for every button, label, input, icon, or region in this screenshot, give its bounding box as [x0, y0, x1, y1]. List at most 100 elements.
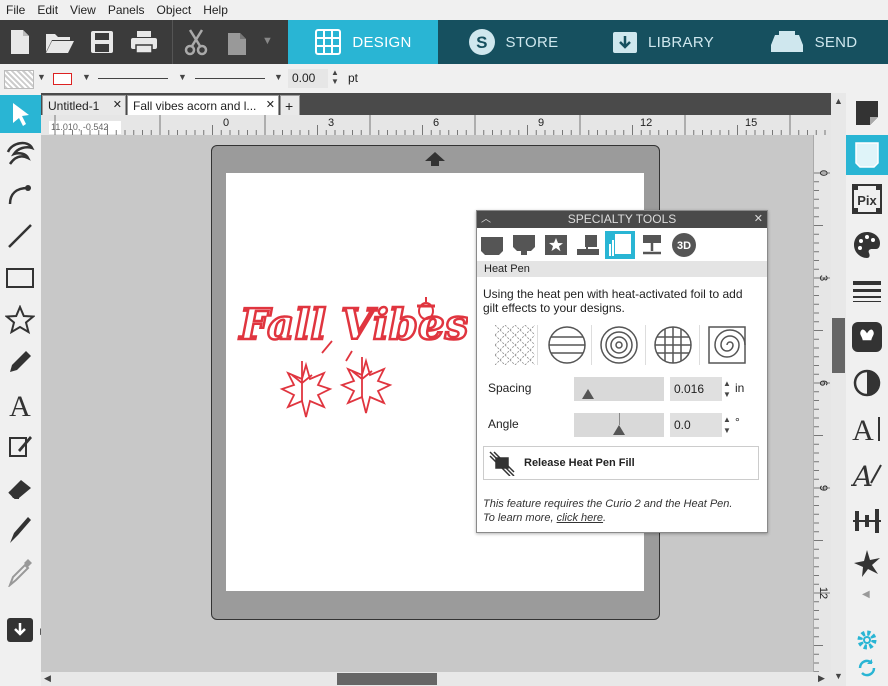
panel-collapse-icon[interactable]: ︿: [481, 211, 491, 228]
release-heat-pen-fill-button[interactable]: Release Heat Pen Fill: [483, 446, 759, 480]
heat-pen-tab[interactable]: [605, 231, 635, 259]
fill-panel-button[interactable]: [850, 227, 884, 263]
scroll-left-icon[interactable]: ◀: [44, 673, 51, 684]
eraser-icon: [8, 480, 31, 499]
tab-store[interactable]: S STORE: [438, 20, 588, 64]
tab-library[interactable]: LIBRARY: [588, 20, 738, 64]
stipple-tab[interactable]: [637, 231, 667, 259]
emboss-tab[interactable]: [541, 231, 571, 259]
scroll-up-icon[interactable]: ▲: [834, 96, 843, 106]
paste-dropdown-icon[interactable]: ▼: [262, 35, 273, 47]
eyedropper-icon: [8, 559, 32, 587]
tab-design[interactable]: DESIGN: [288, 20, 438, 64]
spacing-stepper[interactable]: ▲ ▼: [723, 378, 731, 400]
settings-button[interactable]: [850, 625, 884, 655]
line-style-sample[interactable]: [98, 78, 168, 79]
line-cap-sample[interactable]: [195, 78, 265, 79]
pixscan-button[interactable]: Pix: [850, 181, 884, 217]
pattern-spiral[interactable]: [705, 323, 749, 367]
font-panel-button[interactable]: A: [850, 457, 884, 493]
line-cap-dropdown-icon[interactable]: ▼: [274, 72, 283, 82]
horizontal-scroll-thumb[interactable]: [337, 673, 437, 685]
draw-tool[interactable]: [4, 345, 36, 379]
rectangle-tool[interactable]: [4, 261, 36, 295]
select-tool[interactable]: [0, 95, 41, 133]
fall-vibes-design[interactable]: Fall Vibes: [236, 291, 468, 423]
line-style-panel-button[interactable]: [850, 273, 884, 309]
menu-panels[interactable]: Panels: [102, 3, 151, 17]
line-width-stepper[interactable]: ▲ ▼: [331, 68, 339, 86]
menu-help[interactable]: Help: [197, 3, 234, 17]
etching-tab[interactable]: [573, 231, 603, 259]
3d-tab[interactable]: 3D: [669, 231, 699, 259]
slider-thumb-icon[interactable]: [582, 389, 594, 399]
save-icon[interactable]: [86, 26, 118, 58]
heat-pen-panel-icon: [855, 142, 879, 168]
angle-unit: °: [735, 415, 740, 429]
doc-tab-untitled[interactable]: Untitled-1 ✕: [42, 95, 126, 115]
line-tool[interactable]: [4, 219, 36, 253]
new-file-icon[interactable]: [4, 26, 36, 58]
trace-panel-button[interactable]: [850, 545, 884, 581]
pattern-grid[interactable]: [651, 323, 695, 367]
menu-edit[interactable]: Edit: [31, 3, 64, 17]
page-setup-button[interactable]: [850, 95, 884, 131]
vertical-scrollbar[interactable]: ▲ ▼: [831, 93, 846, 686]
paste-icon[interactable]: [222, 26, 254, 58]
palette-icon: [854, 232, 880, 258]
slider-thumb-icon[interactable]: [613, 425, 625, 435]
tab-send[interactable]: SEND: [738, 20, 888, 64]
import-download-icon: [7, 618, 33, 642]
polygon-tool[interactable]: [4, 303, 36, 337]
horizontal-scrollbar[interactable]: ◀ ▶: [41, 672, 831, 686]
line-width-input[interactable]: 0.00: [288, 69, 328, 88]
pattern-horizontal-lines[interactable]: [545, 323, 589, 367]
learn-more-link[interactable]: click here: [557, 512, 603, 524]
print-icon[interactable]: [128, 26, 160, 58]
spacing-slider[interactable]: [574, 377, 664, 401]
close-icon[interactable]: ✕: [266, 98, 275, 111]
text-tool[interactable]: A: [4, 387, 36, 421]
scroll-down-icon[interactable]: ▼: [834, 671, 843, 681]
angle-stepper[interactable]: ▲ ▼: [723, 414, 731, 436]
fill-dropdown-icon[interactable]: ▼: [37, 72, 46, 82]
line-style-dropdown-icon[interactable]: ▼: [178, 72, 187, 82]
line-color-dropdown-icon[interactable]: ▼: [82, 72, 91, 82]
close-icon[interactable]: ✕: [113, 98, 122, 111]
menu-file[interactable]: File: [0, 3, 31, 17]
open-folder-icon[interactable]: [44, 26, 76, 58]
import-button[interactable]: [4, 613, 36, 647]
menu-object[interactable]: Object: [151, 3, 198, 17]
sync-button[interactable]: [850, 653, 884, 683]
requirement-note: This feature requires the Curio 2 and th…: [483, 498, 733, 510]
doc-tab-fall-vibes[interactable]: Fall vibes acorn and l... ✕: [127, 95, 279, 115]
knife-tool[interactable]: [4, 513, 36, 547]
point-edit-tool[interactable]: [4, 135, 36, 169]
text-style-panel-button[interactable]: A: [850, 411, 884, 447]
angle-slider[interactable]: [574, 413, 664, 437]
sketch-tool[interactable]: [4, 429, 36, 463]
line-color-swatch[interactable]: [53, 73, 72, 85]
fill-pattern-swatch[interactable]: [4, 70, 34, 89]
pattern-concentric[interactable]: [597, 323, 641, 367]
eyedropper-tool[interactable]: [4, 555, 36, 589]
angle-input[interactable]: 0.0: [670, 413, 722, 437]
vertical-scroll-thumb[interactable]: [832, 318, 845, 373]
new-tab-button[interactable]: +: [280, 95, 300, 115]
offset-panel-button[interactable]: [850, 319, 884, 355]
curve-tool[interactable]: [4, 177, 36, 211]
pattern-crosshatch[interactable]: [493, 323, 537, 367]
panel-close-icon[interactable]: ✕: [754, 211, 763, 228]
sketch-pen-tab[interactable]: [509, 231, 539, 259]
align-panel-button[interactable]: [850, 503, 884, 539]
collapse-arrow-icon[interactable]: ◀: [862, 589, 870, 600]
eraser-tool[interactable]: [4, 471, 36, 505]
scroll-right-icon[interactable]: ▶: [818, 673, 825, 684]
blade-tool-tab[interactable]: [477, 231, 507, 259]
cutter-machine-icon: [770, 31, 803, 52]
transparency-panel-button[interactable]: [850, 365, 884, 401]
scissors-icon[interactable]: [180, 26, 212, 58]
menu-view[interactable]: View: [64, 3, 102, 17]
specialty-tools-button[interactable]: [846, 135, 888, 175]
spacing-input[interactable]: 0.016: [670, 377, 722, 401]
